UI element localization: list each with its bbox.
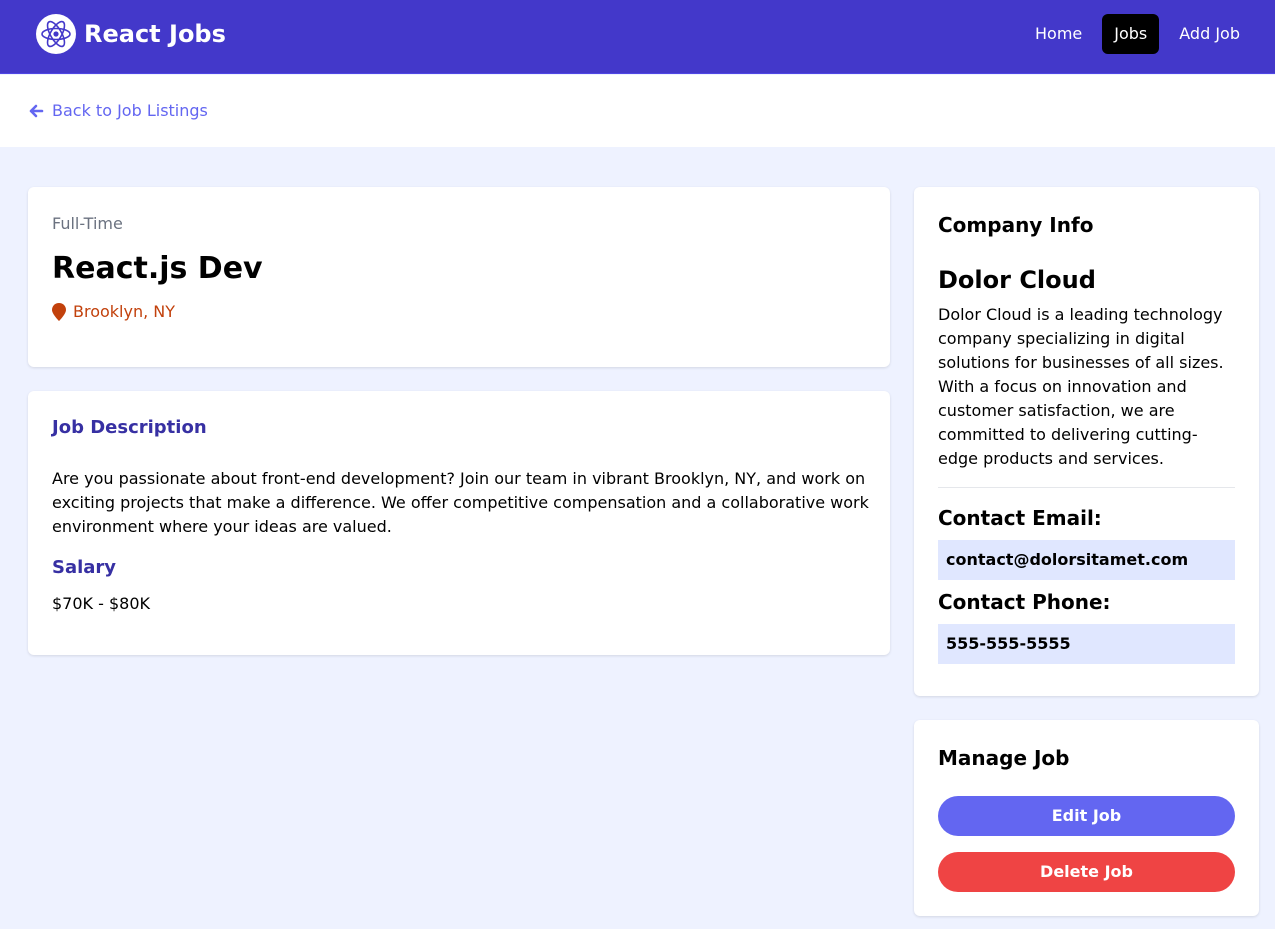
job-description-card: Job Description Are you passionate about… <box>28 391 890 655</box>
company-info-card: Company Info Dolor Cloud Dolor Cloud is … <box>914 187 1259 696</box>
job-location: Brooklyn, NY <box>52 301 175 323</box>
back-to-listings-link[interactable]: Back to Job Listings <box>28 99 208 123</box>
job-type: Full-Time <box>52 214 123 233</box>
divider <box>938 487 1235 488</box>
job-location-text: Brooklyn, NY <box>73 302 176 321</box>
salary-value: $70K - $80K <box>52 594 151 613</box>
navbar: React Jobs Home Jobs Add Job <box>0 0 1275 74</box>
contact-phone-label: Contact Phone: <box>938 590 1111 614</box>
brand-link[interactable]: React Jobs <box>36 14 226 54</box>
nav-link-home[interactable]: Home <box>1023 14 1094 54</box>
delete-job-button[interactable]: Delete Job <box>938 852 1235 892</box>
nav-link-add-job[interactable]: Add Job <box>1167 14 1252 54</box>
contact-email-label: Contact Email: <box>938 506 1102 530</box>
react-logo-icon <box>36 14 76 54</box>
nav-links: Home Jobs Add Job <box>1023 14 1252 54</box>
job-description-text: Are you passionate about front-end devel… <box>52 469 869 536</box>
map-marker-icon <box>52 303 66 321</box>
company-name: Dolor Cloud <box>938 266 1096 294</box>
manage-job-heading: Manage Job <box>938 746 1070 770</box>
back-link-label: Back to Job Listings <box>52 101 208 120</box>
brand-name: React Jobs <box>84 20 226 48</box>
job-description-heading: Job Description <box>52 417 207 438</box>
company-description: Dolor Cloud is a leading technology comp… <box>938 305 1224 468</box>
arrow-left-icon <box>29 104 44 118</box>
edit-job-button[interactable]: Edit Job <box>938 796 1235 836</box>
salary-heading: Salary <box>52 557 117 578</box>
job-header-card: Full-Time React.js Dev Brooklyn, NY <box>28 187 890 367</box>
back-section: Back to Job Listings <box>0 75 1275 147</box>
company-info-heading: Company Info <box>938 213 1094 237</box>
job-title: React.js Dev <box>52 251 263 286</box>
contact-email-value: contact@dolorsitamet.com <box>938 540 1235 580</box>
contact-phone-value: 555-555-5555 <box>938 624 1235 664</box>
manage-job-card: Manage Job Edit Job Delete Job <box>914 720 1259 916</box>
nav-link-jobs[interactable]: Jobs <box>1102 14 1160 54</box>
